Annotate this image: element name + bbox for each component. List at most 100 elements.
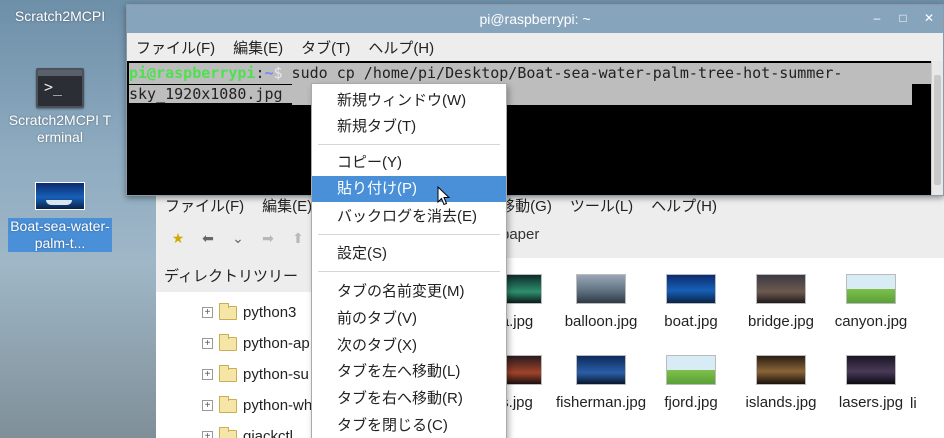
menu-item-copy[interactable]: コピー(Y): [312, 150, 506, 176]
file-item[interactable]: canyon.jpg: [826, 274, 916, 331]
image-thumbnail-icon: [35, 182, 85, 210]
tree-item[interactable]: + python-su: [202, 364, 309, 383]
desktop-icon-scratch2mcpi[interactable]: Scratch2MCPI: [8, 8, 112, 25]
fm-menu-help[interactable]: ヘルプ(H): [642, 195, 726, 216]
command-text: sky_1920x1080.jpg: [129, 85, 292, 103]
minimize-icon[interactable]: –: [869, 10, 885, 26]
desktop-icon-label: Scratch2MCPI Terminal: [8, 112, 112, 145]
forward-icon[interactable]: ➡: [256, 228, 280, 250]
file-item[interactable]: fisherman.jpg: [556, 355, 646, 412]
menu-separator: [318, 234, 500, 235]
file-item[interactable]: lasers.jpg: [826, 355, 916, 412]
image-thumbnail-icon: [756, 355, 806, 385]
expand-icon[interactable]: +: [202, 338, 213, 349]
terminal-line: sky_1920x1080.jpg: [129, 84, 931, 105]
image-thumbnail-icon: [846, 355, 896, 385]
term-menu-tabs[interactable]: タブ(T): [292, 37, 359, 58]
image-thumbnail-icon: [756, 274, 806, 304]
image-thumbnail-icon: [666, 355, 716, 385]
menu-item-move-tab-right[interactable]: タブを右へ移動(R): [312, 386, 506, 412]
desktop-icon-label: Boat-sea-water-palm-t...: [8, 218, 112, 252]
expand-icon[interactable]: +: [202, 400, 213, 411]
file-item[interactable]: bridge.jpg: [736, 274, 826, 331]
folder-icon: [219, 426, 237, 438]
terminal-titlebar[interactable]: pi@raspberrypi: ~ – □ ✕: [127, 5, 943, 33]
file-name: canyon.jpg: [834, 313, 908, 330]
term-menu-edit[interactable]: 編集(E): [224, 37, 292, 58]
menu-item-preferences[interactable]: 設定(S): [312, 241, 506, 267]
term-menu-help[interactable]: ヘルプ(H): [359, 37, 443, 58]
command-text: sudo cp /home/pi/Desktop/Boat-sea-water-…: [282, 64, 843, 82]
prompt-symbol: $: [273, 64, 283, 82]
window-title: pi@raspberrypi: ~: [479, 11, 591, 27]
folder-icon: [219, 364, 237, 382]
tree-item[interactable]: + python-ap: [202, 333, 310, 352]
expand-icon[interactable]: +: [202, 369, 213, 380]
scrollbar-thumb[interactable]: [934, 75, 941, 185]
terminal-window[interactable]: pi@raspberrypi: ~ – □ ✕ ファイル(F) 編集(E) タブ…: [126, 4, 944, 196]
file-name: li: [910, 395, 917, 412]
tree-item-label: python-ap: [243, 335, 310, 352]
prompt-user: pi@raspberrypi: [129, 64, 256, 82]
terminal-icon: >_: [36, 68, 84, 108]
file-name: islands.jpg: [745, 394, 817, 411]
fm-menu-file[interactable]: ファイル(F): [156, 195, 253, 216]
chevron-down-icon[interactable]: ⌄: [226, 228, 250, 250]
tree-item[interactable]: + qjackctl: [202, 426, 294, 438]
menu-item-new-window[interactable]: 新規ウィンドウ(W): [312, 88, 506, 114]
menu-item-move-tab-left[interactable]: タブを左へ移動(L): [312, 359, 506, 385]
file-name: fisherman.jpg: [556, 394, 647, 411]
tree-item[interactable]: + python-wh: [202, 395, 313, 414]
image-thumbnail-icon: [846, 274, 896, 304]
menu-item-close-tab[interactable]: タブを閉じる(C): [312, 413, 506, 438]
tree-item[interactable]: + python3: [202, 302, 297, 321]
file-item[interactable]: balloon.jpg: [556, 274, 646, 331]
tree-item-label: python3: [243, 304, 297, 321]
tree-item-label: qjackctl: [243, 428, 294, 438]
tree-item-label: python-su: [243, 366, 309, 383]
file-manager-toolbar: ★ ⬅ ⌄ ➡ ⬆: [156, 224, 944, 254]
file-name: fjord.jpg: [664, 394, 718, 411]
menu-separator: [318, 271, 500, 272]
file-item[interactable]: li: [910, 355, 940, 413]
file-name: balloon.jpg: [564, 313, 638, 330]
expand-icon[interactable]: +: [202, 307, 213, 318]
up-icon[interactable]: ⬆: [286, 228, 310, 250]
mouse-cursor-icon: [437, 186, 451, 206]
file-name: bridge.jpg: [748, 313, 814, 330]
image-thumbnail-icon: [576, 355, 626, 385]
file-manager-window: ファイル(F) 編集(E) 移動(G) ツール(L) ヘルプ(H) ★ ⬅ ⌄ …: [156, 186, 944, 438]
terminal-line: pi@raspberrypi:~$ sudo cp /home/pi/Deskt…: [129, 63, 931, 84]
context-menu: 新規ウィンドウ(W) 新規タブ(T) コピー(Y) 貼り付け(P) バックログを…: [311, 83, 507, 438]
image-thumbnail-icon: [576, 274, 626, 304]
menu-separator: [318, 144, 500, 145]
term-menu-file[interactable]: ファイル(F): [127, 37, 224, 58]
menu-item-next-tab[interactable]: 次のタブ(X): [312, 333, 506, 359]
desktop-icon-scratch2mcpi-terminal[interactable]: >_ Scratch2MCPI Terminal: [8, 68, 112, 146]
close-icon[interactable]: ✕: [921, 10, 937, 26]
file-item[interactable]: islands.jpg: [736, 355, 826, 412]
terminal-scrollbar[interactable]: [931, 61, 943, 195]
terminal-menubar: ファイル(F) 編集(E) タブ(T) ヘルプ(H): [127, 33, 943, 61]
expand-icon[interactable]: +: [202, 431, 213, 438]
file-grid: a.jpg balloon.jpg boat.jpg bridge.jpg ca…: [492, 258, 944, 438]
fm-menu-tools[interactable]: ツール(L): [561, 195, 642, 216]
terminal-output[interactable]: pi@raspberrypi:~$ sudo cp /home/pi/Deskt…: [127, 61, 931, 195]
file-item[interactable]: boat.jpg: [646, 274, 736, 331]
folder-icon: [219, 302, 237, 320]
prompt-path: ~: [264, 64, 274, 82]
menu-item-new-tab[interactable]: 新規タブ(T): [312, 114, 506, 140]
maximize-icon[interactable]: □: [895, 10, 911, 26]
menu-item-clear-scrollback[interactable]: バックログを消去(E): [312, 204, 506, 230]
desktop-icon-boat-image[interactable]: Boat-sea-water-palm-t...: [8, 176, 112, 252]
tree-item-label: python-wh: [243, 397, 313, 414]
new-folder-icon[interactable]: ★: [166, 228, 190, 250]
image-thumbnail-icon: [666, 274, 716, 304]
file-item[interactable]: fjord.jpg: [646, 355, 736, 412]
menu-item-previous-tab[interactable]: 前のタブ(V): [312, 306, 506, 332]
back-icon[interactable]: ⬅: [196, 228, 220, 250]
folder-icon: [219, 395, 237, 413]
menu-item-rename-tab[interactable]: タブの名前変更(M): [312, 279, 506, 305]
menu-item-paste[interactable]: 貼り付け(P): [312, 176, 506, 202]
file-name: lasers.jpg: [838, 394, 904, 411]
